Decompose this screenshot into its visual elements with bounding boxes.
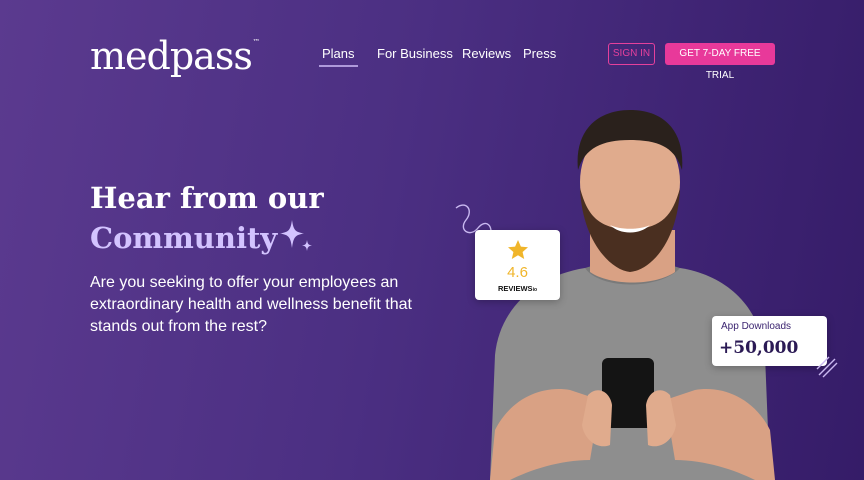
reviews-brand-suffix: io (532, 287, 538, 293)
downloads-value: +50,000 (719, 338, 799, 358)
rating-card: 4.6 REVIEWSio (475, 230, 560, 300)
dashes-decoration (816, 356, 838, 378)
nav-item-reviews[interactable]: Reviews (462, 46, 511, 61)
hero-subtext: Are you seeking to offer your employees … (90, 274, 412, 335)
nav-item-press[interactable]: Press (523, 46, 556, 61)
downloads-label: App Downloads (721, 321, 792, 332)
rating-score: 4.6 (507, 264, 528, 281)
headline-line-2: Community (90, 221, 278, 255)
headline-line-1: Hear from our (90, 181, 324, 215)
nav-item-plans[interactable]: Plans (319, 46, 358, 67)
downloads-card: App Downloads +50,000 (712, 316, 827, 366)
logo-text: medpass (90, 34, 253, 78)
reviews-brand: REVIEWS (497, 284, 533, 293)
medpass-logo[interactable]: medpass™ (90, 34, 260, 78)
reviews-io-logo: REVIEWSio (475, 284, 560, 293)
star-icon (508, 240, 528, 259)
trademark-symbol: ™ (252, 38, 260, 46)
nav-item-for-business[interactable]: For Business (377, 46, 453, 61)
sparkle-icon (280, 220, 312, 251)
sign-in-button[interactable]: SIGN IN (608, 43, 655, 65)
free-trial-button[interactable]: GET 7-DAY FREE TRIAL (665, 43, 775, 81)
